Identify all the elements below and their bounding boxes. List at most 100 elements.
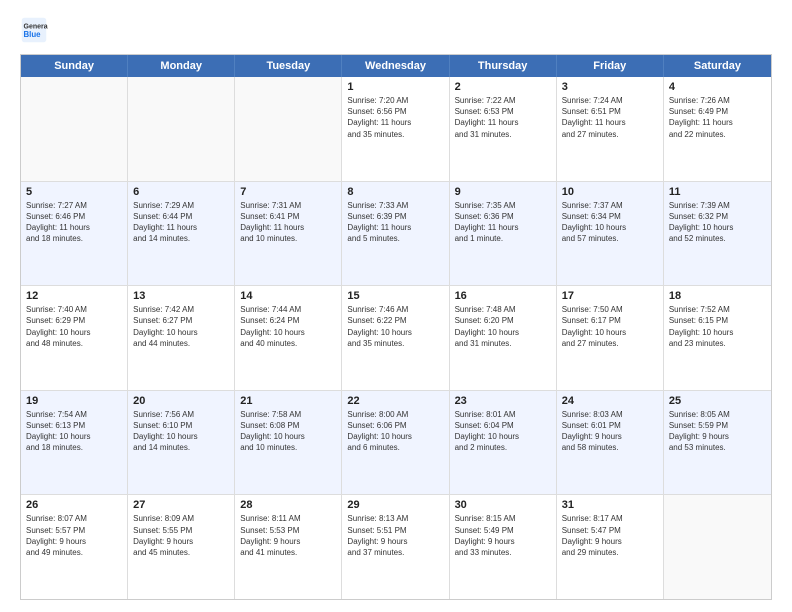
calendar-cell-1-5: 10Sunrise: 7:37 AM Sunset: 6:34 PM Dayli… [557,182,664,286]
day-number: 7 [240,186,336,198]
page: General Blue SundayMondayTuesdayWednesda… [0,0,792,612]
calendar: SundayMondayTuesdayWednesdayThursdayFrid… [20,54,772,600]
cell-info: Sunrise: 7:42 AM Sunset: 6:27 PM Dayligh… [133,304,229,349]
day-number: 21 [240,395,336,407]
calendar-cell-2-4: 16Sunrise: 7:48 AM Sunset: 6:20 PM Dayli… [450,286,557,390]
cell-info: Sunrise: 7:20 AM Sunset: 6:56 PM Dayligh… [347,95,443,140]
calendar-cell-2-5: 17 Sunrise: 7:50 AM Sunset: 6:17 PM Dayli… [557,286,664,390]
cell-info: Sunrise: 7:56 AM Sunset: 6:10 PM Dayligh… [133,409,229,454]
header-day-thursday: Thursday [450,55,557,77]
calendar-row-1: 5Sunrise: 7:27 AM Sunset: 6:46 PM Daylig… [21,182,771,287]
cell-info: Sunrise: 8:03 AM Sunset: 6:01 PM Dayligh… [562,409,658,454]
calendar-row-0: 1 Sunrise: 7:20 AM Sunset: 6:56 PM Daylig… [21,77,771,182]
calendar-cell-3-1: 20 Sunrise: 7:56 AM Sunset: 6:10 PM Dayli… [128,391,235,495]
calendar-cell-1-2: 7 Sunrise: 7:31 AM Sunset: 6:41 PM Daylig… [235,182,342,286]
calendar-cell-2-1: 13 Sunrise: 7:42 AM Sunset: 6:27 PM Dayli… [128,286,235,390]
cell-info: Sunrise: 7:44 AM Sunset: 6:24 PM Dayligh… [240,304,336,349]
cell-info: Sunrise: 8:07 AM Sunset: 5:57 PM Dayligh… [26,513,122,558]
day-number: 27 [133,499,229,511]
cell-info: Sunrise: 7:22 AM Sunset: 6:53 PM Dayligh… [455,95,551,140]
calendar-row-4: 26 Sunrise: 8:07 AM Sunset: 5:57 PM Dayli… [21,495,771,599]
day-number: 19 [26,395,122,407]
calendar-cell-3-5: 24 Sunrise: 8:03 AM Sunset: 6:01 PM Dayli… [557,391,664,495]
calendar-cell-4-0: 26 Sunrise: 8:07 AM Sunset: 5:57 PM Dayli… [21,495,128,599]
calendar-cell-2-3: 15 Sunrise: 7:46 AM Sunset: 6:22 PM Dayli… [342,286,449,390]
day-number: 11 [669,186,766,198]
cell-info: Sunrise: 7:52 AM Sunset: 6:15 PM Dayligh… [669,304,766,349]
day-number: 15 [347,290,443,302]
day-number: 24 [562,395,658,407]
cell-info: Sunrise: 7:58 AM Sunset: 6:08 PM Dayligh… [240,409,336,454]
header-day-wednesday: Wednesday [342,55,449,77]
day-number: 31 [562,499,658,511]
calendar-cell-0-3: 1 Sunrise: 7:20 AM Sunset: 6:56 PM Daylig… [342,77,449,181]
calendar-cell-1-4: 9Sunrise: 7:35 AM Sunset: 6:36 PM Daylig… [450,182,557,286]
cell-info: Sunrise: 7:39 AM Sunset: 6:32 PM Dayligh… [669,200,766,245]
calendar-cell-2-6: 18Sunrise: 7:52 AM Sunset: 6:15 PM Dayli… [664,286,771,390]
day-number: 17 [562,290,658,302]
cell-info: Sunrise: 7:40 AM Sunset: 6:29 PM Dayligh… [26,304,122,349]
calendar-cell-4-5: 31 Sunrise: 8:17 AM Sunset: 5:47 PM Dayli… [557,495,664,599]
cell-info: Sunrise: 7:48 AM Sunset: 6:20 PM Dayligh… [455,304,551,349]
cell-info: Sunrise: 8:01 AM Sunset: 6:04 PM Dayligh… [455,409,551,454]
calendar-cell-3-4: 23 Sunrise: 8:01 AM Sunset: 6:04 PM Dayli… [450,391,557,495]
cell-info: Sunrise: 7:35 AM Sunset: 6:36 PM Dayligh… [455,200,551,245]
cell-info: Sunrise: 8:13 AM Sunset: 5:51 PM Dayligh… [347,513,443,558]
header-day-tuesday: Tuesday [235,55,342,77]
calendar-cell-0-4: 2Sunrise: 7:22 AM Sunset: 6:53 PM Daylig… [450,77,557,181]
calendar-cell-4-2: 28 Sunrise: 8:11 AM Sunset: 5:53 PM Dayli… [235,495,342,599]
svg-text:Blue: Blue [24,30,42,39]
day-number: 30 [455,499,551,511]
cell-info: Sunrise: 7:24 AM Sunset: 6:51 PM Dayligh… [562,95,658,140]
cell-info: Sunrise: 7:26 AM Sunset: 6:49 PM Dayligh… [669,95,766,140]
cell-info: Sunrise: 7:29 AM Sunset: 6:44 PM Dayligh… [133,200,229,245]
calendar-header: SundayMondayTuesdayWednesdayThursdayFrid… [21,55,771,77]
calendar-cell-4-4: 30 Sunrise: 8:15 AM Sunset: 5:49 PM Dayli… [450,495,557,599]
calendar-cell-1-6: 11 Sunrise: 7:39 AM Sunset: 6:32 PM Dayli… [664,182,771,286]
calendar-cell-4-6 [664,495,771,599]
logo: General Blue [20,16,52,44]
calendar-cell-0-5: 3 Sunrise: 7:24 AM Sunset: 6:51 PM Daylig… [557,77,664,181]
day-number: 23 [455,395,551,407]
calendar-cell-0-6: 4Sunrise: 7:26 AM Sunset: 6:49 PM Daylig… [664,77,771,181]
cell-info: Sunrise: 7:31 AM Sunset: 6:41 PM Dayligh… [240,200,336,245]
calendar-cell-0-2 [235,77,342,181]
cell-info: Sunrise: 8:05 AM Sunset: 5:59 PM Dayligh… [669,409,766,454]
day-number: 6 [133,186,229,198]
header-day-sunday: Sunday [21,55,128,77]
day-number: 5 [26,186,122,198]
cell-info: Sunrise: 7:54 AM Sunset: 6:13 PM Dayligh… [26,409,122,454]
header-day-friday: Friday [557,55,664,77]
day-number: 20 [133,395,229,407]
calendar-cell-3-2: 21 Sunrise: 7:58 AM Sunset: 6:08 PM Dayli… [235,391,342,495]
cell-info: Sunrise: 7:50 AM Sunset: 6:17 PM Dayligh… [562,304,658,349]
cell-info: Sunrise: 7:46 AM Sunset: 6:22 PM Dayligh… [347,304,443,349]
calendar-cell-1-1: 6 Sunrise: 7:29 AM Sunset: 6:44 PM Daylig… [128,182,235,286]
header-day-saturday: Saturday [664,55,771,77]
day-number: 1 [347,81,443,93]
calendar-cell-4-3: 29Sunrise: 8:13 AM Sunset: 5:51 PM Dayli… [342,495,449,599]
calendar-cell-2-2: 14 Sunrise: 7:44 AM Sunset: 6:24 PM Dayli… [235,286,342,390]
calendar-cell-2-0: 12Sunrise: 7:40 AM Sunset: 6:29 PM Dayli… [21,286,128,390]
header-day-monday: Monday [128,55,235,77]
cell-info: Sunrise: 7:37 AM Sunset: 6:34 PM Dayligh… [562,200,658,245]
calendar-cell-3-0: 19 Sunrise: 7:54 AM Sunset: 6:13 PM Dayli… [21,391,128,495]
cell-info: Sunrise: 8:17 AM Sunset: 5:47 PM Dayligh… [562,513,658,558]
cell-info: Sunrise: 8:09 AM Sunset: 5:55 PM Dayligh… [133,513,229,558]
calendar-body: 1 Sunrise: 7:20 AM Sunset: 6:56 PM Daylig… [21,77,771,599]
calendar-cell-1-0: 5Sunrise: 7:27 AM Sunset: 6:46 PM Daylig… [21,182,128,286]
cell-info: Sunrise: 7:33 AM Sunset: 6:39 PM Dayligh… [347,200,443,245]
calendar-cell-1-3: 8 Sunrise: 7:33 AM Sunset: 6:39 PM Daylig… [342,182,449,286]
cell-info: Sunrise: 8:15 AM Sunset: 5:49 PM Dayligh… [455,513,551,558]
day-number: 3 [562,81,658,93]
day-number: 26 [26,499,122,511]
calendar-cell-4-1: 27 Sunrise: 8:09 AM Sunset: 5:55 PM Dayli… [128,495,235,599]
calendar-row-2: 12Sunrise: 7:40 AM Sunset: 6:29 PM Dayli… [21,286,771,391]
calendar-cell-0-1 [128,77,235,181]
day-number: 28 [240,499,336,511]
day-number: 13 [133,290,229,302]
cell-info: Sunrise: 8:11 AM Sunset: 5:53 PM Dayligh… [240,513,336,558]
day-number: 8 [347,186,443,198]
calendar-cell-0-0 [21,77,128,181]
day-number: 14 [240,290,336,302]
